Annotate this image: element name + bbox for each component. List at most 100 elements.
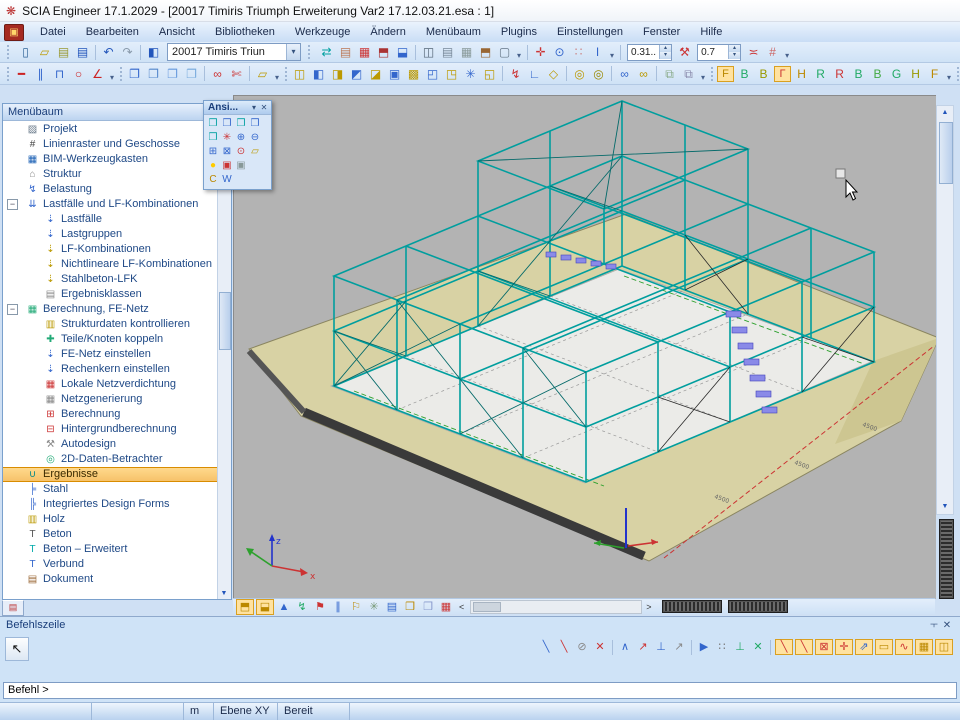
pointer-mode-button[interactable]: ↖ [5,637,29,661]
node-top-right-icon[interactable]: ◳ [443,66,460,82]
view-palette-titlebar[interactable]: Ansi... ▾ ✕ [204,101,271,115]
new-project-icon[interactable]: ▯ [17,44,34,60]
grid-snap-icon[interactable]: ▦ [438,599,454,615]
sidebar-item-autodesign[interactable]: ⚒Autodesign [3,437,218,452]
results-normal-force-icon[interactable]: F [717,66,734,82]
sidebar-scroll-thumb[interactable] [219,292,231,350]
menu-einstellungen[interactable]: Einstellungen [547,24,633,40]
viewport-vscrollbar[interactable]: ▲ ▼ [936,105,954,515]
export-image-icon[interactable]: ⬒ [477,44,494,60]
snap-grid-dots-icon[interactable]: ∷ [714,639,730,655]
zoom-all-icon[interactable]: ⊠ [220,145,234,159]
node-top-left-icon[interactable]: ◰ [424,66,441,82]
view-xz-icon[interactable]: ❒ [234,117,248,131]
sidebar-item-rechenkern-einstellen[interactable]: ⇣Rechenkern einstellen [3,362,218,377]
rotate-element-icon[interactable]: ❐ [164,66,181,82]
menubaum-tab[interactable]: ▤ [2,600,24,616]
spin-down-icon[interactable]: ▾ [660,52,671,59]
spin-down-icon[interactable]: ▾ [729,52,740,59]
node-bottom-icon[interactable]: ◱ [481,66,498,82]
window-resize-bar[interactable] [728,600,788,613]
zoom-window-icon[interactable]: ⊞ [206,145,220,159]
redo-icon[interactable]: ↷ [119,44,136,60]
sidebar-item-projekt[interactable]: ▨Projekt [3,122,218,137]
trim-members-icon[interactable]: ◨ [329,66,346,82]
show-loads-icon[interactable]: ↯ [294,599,310,615]
sidebar-item-linienraster-und-geschosse[interactable]: #Linienraster und Geschosse [3,137,218,152]
paste-attributes-icon[interactable]: ▤ [337,44,354,60]
chevron-down-icon[interactable]: ▾ [249,103,259,112]
cursor-select-icon[interactable]: ▶ [696,639,712,655]
show-names-icon[interactable]: ⚐ [348,599,364,615]
sidebar-item-lastfälle[interactable]: ⇣Lastfälle [3,212,218,227]
menu-plugins[interactable]: Plugins [491,24,547,40]
toolbar-overflow-icon[interactable]: ▾ [110,73,114,82]
toolbar-grip[interactable] [7,67,9,81]
results-deform-icon[interactable]: Γ [774,66,791,82]
view-axo-icon[interactable]: ❒ [206,117,220,131]
connect-members-icon[interactable]: ◫ [291,66,308,82]
viewport-hscrollbar[interactable] [470,600,642,614]
results-h2-icon[interactable]: H [907,66,924,82]
snap-none-icon[interactable]: ✕ [592,639,608,655]
angle-symmetry-icon[interactable]: ≍ [745,44,762,60]
save-esa-icon[interactable]: ▤ [55,44,72,60]
save-icon[interactable]: ▤ [74,44,91,60]
tree-collapse-icon[interactable]: − [7,199,18,210]
menu-datei[interactable]: Datei [30,24,76,40]
sidebar-item-lastgruppen[interactable]: ⇣Lastgruppen [3,227,218,242]
results-stress-icon[interactable]: H [793,66,810,82]
toolbar-overflow-icon[interactable]: ▾ [701,73,705,82]
results-moment-icon[interactable]: B [755,66,772,82]
member-query-icon[interactable]: I [589,44,606,60]
view-folder-icon[interactable]: ▱ [248,145,262,159]
dot-grid-icon[interactable]: ∷ [570,44,587,60]
results-r2-icon[interactable]: R [831,66,848,82]
scroll-right-icon[interactable]: > [642,602,655,612]
delete-element-icon[interactable]: ✄ [228,66,245,82]
mode-grid-icon[interactable]: ▦ [915,639,933,655]
toolbar-grip[interactable] [120,67,122,81]
snap-ortho-icon[interactable]: ⊥ [732,639,748,655]
toolbar-overflow-icon[interactable]: ▾ [610,51,614,60]
sidebar-item-holz[interactable]: ▥Holz [3,512,218,527]
view-filter-icon[interactable]: ∞ [209,66,226,82]
mirror-element-icon[interactable]: ❐ [183,66,200,82]
scia-logo-icon[interactable]: ▣ [4,24,24,41]
mode-rect-icon[interactable]: ▭ [875,639,893,655]
scale-spinner-2[interactable]: 0.7 ▴▾ [697,44,741,61]
menu-ansicht[interactable]: Ansicht [149,24,205,40]
spin-up-icon[interactable]: ▴ [660,45,671,52]
undo-icon[interactable]: ↶ [100,44,117,60]
paper-space-icon[interactable]: ⬓ [394,44,411,60]
local-axes-icon[interactable]: ▲ [276,599,292,615]
layer-manager-icon[interactable]: ⧉ [661,66,678,82]
spin-up-icon[interactable]: ▴ [729,45,740,52]
zoom-out-icon[interactable]: ⊖ [248,131,262,145]
toolbar-overflow-icon[interactable]: ▾ [947,73,951,82]
window-resize-bar-vertical[interactable] [939,519,954,599]
pin-icon[interactable]: ⊦ [928,618,939,632]
move-element-icon[interactable]: ❐ [145,66,162,82]
sidebar-item-ergebnisse[interactable]: ∪Ergebnisse [3,467,218,482]
sidebar-item-struktur[interactable]: ⌂Struktur [3,167,218,182]
gallery-picture-icon[interactable]: ⬒ [375,44,392,60]
print-preview-icon[interactable]: ▤ [439,44,456,60]
menu-hilfe[interactable]: Hilfe [690,24,732,40]
binoculars-replace-icon[interactable]: ∞ [635,66,652,82]
toolbar-grip[interactable] [711,67,713,81]
scroll-down-icon[interactable]: ▼ [939,501,951,513]
layer-b-icon[interactable]: ❒ [420,599,436,615]
scroll-up-icon[interactable]: ▲ [939,107,951,119]
toolbar-grip[interactable] [308,45,314,59]
toolbar-grip[interactable] [285,67,287,81]
sidebar-scrollbar[interactable]: ▲ ▼ [217,122,231,599]
menu-werkzeuge[interactable]: Werkzeuge [285,24,360,40]
snap-vertex-icon[interactable]: ∧ [617,639,633,655]
window-resize-bar[interactable] [662,600,722,613]
menu-bibliotheken[interactable]: Bibliotheken [205,24,285,40]
mode-col-icon[interactable]: ◫ [935,639,953,655]
results-g-icon[interactable]: G [888,66,905,82]
trace-line-icon[interactable]: ↯ [507,66,524,82]
vscroll-thumb[interactable] [939,122,953,184]
